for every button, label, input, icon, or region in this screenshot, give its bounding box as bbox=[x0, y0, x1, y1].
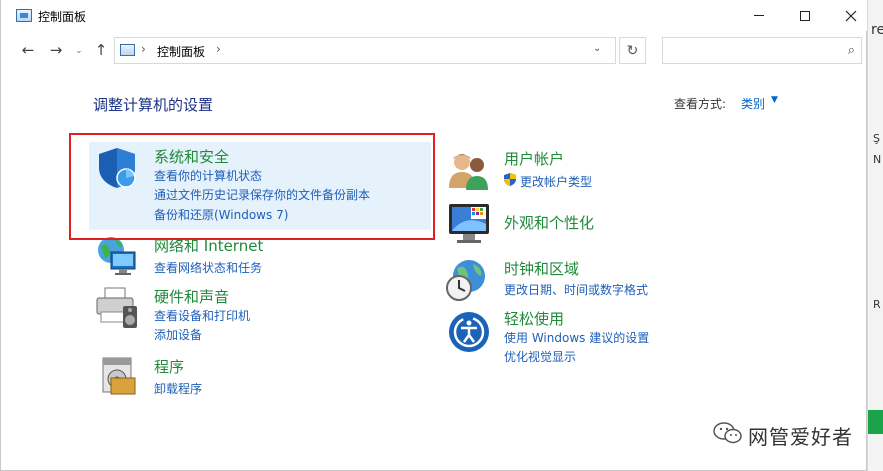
watermark-text: 网管爱好者 bbox=[748, 425, 853, 449]
annotation-highlight-box bbox=[69, 133, 435, 240]
breadcrumb-separator[interactable]: › bbox=[216, 42, 221, 56]
control-panel-icon bbox=[120, 44, 135, 56]
back-button[interactable]: ← bbox=[18, 39, 38, 61]
background-text-fragment: Ş bbox=[873, 132, 880, 145]
view-by-label: 查看方式: bbox=[674, 97, 727, 111]
network-icon bbox=[98, 237, 136, 275]
link-change-account-type[interactable]: 更改帐户类型 bbox=[520, 173, 592, 190]
maximize-icon bbox=[800, 10, 810, 21]
window-title: 控制面板 bbox=[38, 10, 87, 24]
link-uninstall-program[interactable]: 卸载程序 bbox=[154, 380, 202, 397]
address-bar[interactable]: › 控制面板 › ⌄ bbox=[114, 37, 616, 64]
forward-button[interactable]: → bbox=[46, 39, 66, 61]
title-bar[interactable]: 控制面板 bbox=[1, 0, 867, 31]
link-windows-recommended-settings[interactable]: 使用 Windows 建议的设置 bbox=[504, 329, 649, 346]
up-button[interactable]: ↑ bbox=[91, 39, 111, 61]
link-view-network-status[interactable]: 查看网络状态和任务 bbox=[154, 259, 262, 276]
ease-of-access-icon bbox=[449, 312, 489, 352]
search-input[interactable]: ⌕ bbox=[662, 37, 862, 64]
breadcrumb-control-panel[interactable]: 控制面板 bbox=[157, 43, 205, 60]
maximize-button[interactable] bbox=[782, 0, 828, 31]
view-by-dropdown[interactable]: 类别 bbox=[741, 95, 765, 112]
address-dropdown-button[interactable]: ⌄ bbox=[593, 43, 601, 54]
background-text-fragment: R bbox=[873, 298, 881, 311]
link-change-date-time-format[interactable]: 更改日期、时间或数字格式 bbox=[504, 281, 648, 298]
minimize-button[interactable] bbox=[736, 0, 782, 31]
close-button[interactable] bbox=[828, 0, 874, 31]
category-title-ease-of-access[interactable]: 轻松使用 bbox=[504, 308, 564, 329]
clock-globe-icon bbox=[446, 260, 485, 301]
refresh-button[interactable]: ↻ bbox=[619, 37, 646, 64]
category-title-clock-region[interactable]: 时钟和区域 bbox=[504, 258, 579, 279]
users-icon bbox=[449, 154, 488, 190]
page-title: 调整计算机的设置 bbox=[93, 96, 214, 114]
control-panel-window: 控制面板 ← → ⌄ ↑ › 控制面板 › ⌄ ↻ ⌕ 调整计算机的设置 查看方… bbox=[0, 0, 867, 471]
wechat-icon bbox=[713, 422, 742, 444]
category-title-programs[interactable]: 程序 bbox=[154, 356, 184, 377]
link-add-device[interactable]: 添加设备 bbox=[154, 326, 202, 343]
recent-locations-button[interactable]: ⌄ bbox=[73, 39, 85, 61]
close-icon bbox=[845, 10, 857, 21]
background-window-edge: re Ş N R bbox=[867, 0, 883, 471]
background-text-fragment: N bbox=[873, 153, 882, 166]
control-panel-icon bbox=[16, 9, 32, 22]
background-green-bar bbox=[868, 410, 883, 434]
link-view-devices-printers[interactable]: 查看设备和打印机 bbox=[154, 307, 250, 324]
category-title-hardware-sound[interactable]: 硬件和声音 bbox=[154, 286, 229, 307]
printer-icon bbox=[96, 287, 137, 328]
programs-icon bbox=[102, 357, 136, 395]
caret-down-icon[interactable]: ▼ bbox=[771, 95, 778, 105]
category-title-appearance[interactable]: 外观和个性化 bbox=[504, 212, 594, 233]
uac-shield-icon bbox=[504, 173, 516, 186]
display-icon bbox=[449, 204, 489, 243]
link-optimize-visual-display[interactable]: 优化视觉显示 bbox=[504, 348, 576, 365]
breadcrumb-separator[interactable]: › bbox=[141, 42, 146, 56]
search-icon: ⌕ bbox=[847, 43, 855, 58]
category-title-user-accounts[interactable]: 用户帐户 bbox=[504, 148, 564, 169]
navigation-bar: ← → ⌄ ↑ › 控制面板 › ⌄ ↻ ⌕ bbox=[1, 31, 867, 71]
minimize-icon bbox=[754, 15, 764, 16]
